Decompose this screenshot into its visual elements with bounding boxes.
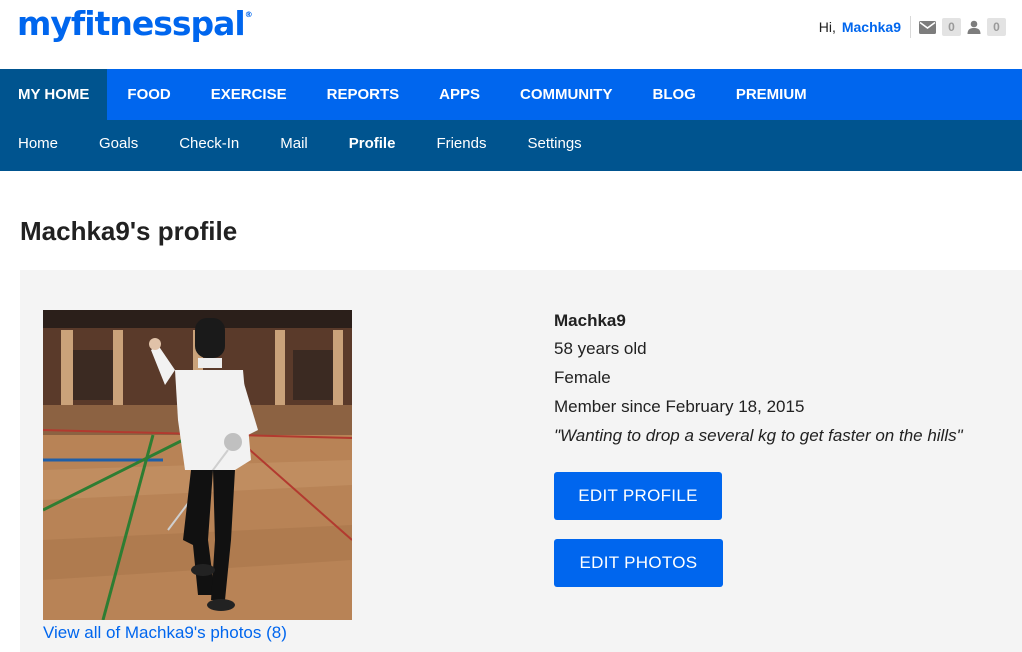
username-link[interactable]: Machka9 [842,19,901,35]
logo-registered-mark: ® [244,10,253,19]
subnav-friends[interactable]: Friends [436,120,486,171]
nav-food[interactable]: FOOD [107,69,190,120]
logo-text: myfitnesspal [17,4,246,43]
nav-blog[interactable]: BLOG [632,69,715,120]
subnav-profile[interactable]: Profile [349,120,396,171]
person-icon [967,20,981,34]
secondary-nav: Home Goals Check-In Mail Profile Friends… [0,120,1022,171]
profile-panel: View all of Machka9's photos (8) Machka9… [20,270,1022,652]
greeting: Hi, [818,19,836,35]
divider [910,16,911,38]
nav-exercise[interactable]: EXERCISE [191,69,307,120]
nav-premium[interactable]: PREMIUM [716,69,827,120]
profile-quote: "Wanting to drop a several kg to get fas… [554,426,963,445]
subnav-mail[interactable]: Mail [280,120,308,171]
friend-requests-count-badge: 0 [987,18,1006,36]
edit-profile-button[interactable]: EDIT PROFILE [554,472,722,520]
profile-username: Machka9 [554,311,626,330]
profile-age: 58 years old [554,339,647,358]
nav-community[interactable]: COMMUNITY [500,69,633,120]
profile-photo-image [43,310,352,620]
view-all-photos-link[interactable]: View all of Machka9's photos (8) [43,623,287,643]
profile-gender: Female [554,368,611,387]
nav-my-home[interactable]: MY HOME [0,69,108,120]
subnav-check-in[interactable]: Check-In [179,120,239,171]
user-area: Hi, Machka9 0 0 [818,16,1012,38]
subnav-settings[interactable]: Settings [527,120,581,171]
mail-button[interactable]: 0 [919,18,961,36]
edit-photos-button[interactable]: EDIT PHOTOS [554,539,723,587]
myfitnesspal-logo[interactable]: myfitnesspal® [17,4,253,43]
page-title: Machka9's profile [20,216,238,246]
profile-member-since: Member since February 18, 2015 [554,397,805,416]
top-header: myfitnesspal® Hi, Machka9 0 0 [0,0,1022,69]
nav-apps[interactable]: APPS [419,69,500,120]
nav-reports[interactable]: REPORTS [307,69,420,120]
mail-count-badge: 0 [942,18,961,36]
friend-requests-button[interactable]: 0 [967,18,1006,36]
envelope-icon [919,20,936,34]
primary-nav: MY HOME FOOD EXERCISE REPORTS APPS COMMU… [0,69,1022,120]
subnav-home[interactable]: Home [18,120,58,171]
profile-photo[interactable] [43,310,352,620]
profile-info: Machka9 58 years old Female Member since… [554,310,963,447]
subnav-goals[interactable]: Goals [99,120,138,171]
